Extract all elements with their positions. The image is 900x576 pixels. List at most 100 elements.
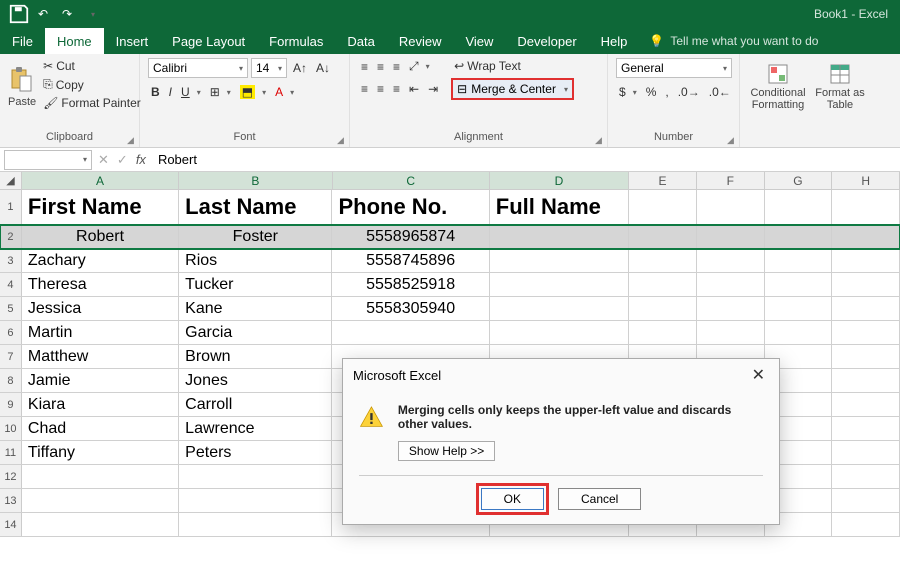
tab-data[interactable]: Data — [335, 28, 386, 54]
tab-file[interactable]: File — [0, 28, 45, 54]
cell[interactable] — [179, 489, 332, 512]
cell[interactable]: Peters — [179, 441, 332, 464]
format-as-table-button[interactable]: Format as Table — [812, 58, 868, 116]
row-header[interactable]: 6 — [0, 321, 22, 344]
cell[interactable] — [490, 225, 629, 248]
select-all-corner[interactable]: ◢ — [0, 172, 22, 189]
cell[interactable] — [765, 190, 833, 224]
cell[interactable]: Tucker — [179, 273, 332, 296]
cell[interactable]: Jones — [179, 369, 332, 392]
cell[interactable] — [490, 273, 629, 296]
name-box[interactable]: ▾ — [4, 150, 92, 170]
cell[interactable] — [629, 190, 697, 224]
cell[interactable] — [832, 345, 900, 368]
enter-formula-icon[interactable]: ✓ — [117, 152, 128, 168]
cell[interactable] — [22, 513, 179, 536]
cell[interactable]: Foster — [179, 225, 332, 248]
decrease-font-icon[interactable]: A↓ — [313, 60, 333, 76]
increase-font-icon[interactable]: A↑ — [290, 60, 310, 76]
tab-formulas[interactable]: Formulas — [257, 28, 335, 54]
decrease-indent-icon[interactable]: ⇤ — [406, 81, 422, 97]
formula-input[interactable] — [154, 152, 900, 167]
cell[interactable] — [832, 297, 900, 320]
col-header-a[interactable]: A — [22, 172, 179, 189]
cell[interactable] — [832, 190, 900, 224]
col-header-g[interactable]: G — [765, 172, 833, 189]
cell[interactable]: Kiara — [22, 393, 179, 416]
align-bottom-icon[interactable]: ≡ — [390, 59, 403, 75]
cell[interactable] — [765, 249, 833, 272]
cell[interactable] — [832, 225, 900, 248]
increase-indent-icon[interactable]: ⇥ — [425, 81, 441, 97]
cell[interactable] — [490, 249, 629, 272]
col-header-c[interactable]: C — [333, 172, 490, 189]
cell[interactable]: Chad — [22, 417, 179, 440]
fill-color-button[interactable]: ⬒▾ — [237, 84, 269, 100]
row-header[interactable]: 4 — [0, 273, 22, 296]
row-header[interactable]: 2 — [0, 225, 22, 248]
decrease-decimal-icon[interactable]: .0← — [706, 84, 734, 100]
cell[interactable]: 5558525918 — [332, 273, 489, 296]
cell[interactable] — [697, 297, 765, 320]
col-header-e[interactable]: E — [629, 172, 697, 189]
cell[interactable] — [697, 190, 765, 224]
cell[interactable]: Matthew — [22, 345, 179, 368]
cell[interactable]: Jamie — [22, 369, 179, 392]
cell[interactable]: Tiffany — [22, 441, 179, 464]
row-header[interactable]: 7 — [0, 345, 22, 368]
align-left-icon[interactable]: ≡ — [358, 81, 371, 97]
cell[interactable] — [832, 369, 900, 392]
bold-button[interactable]: B — [148, 84, 163, 100]
col-header-f[interactable]: F — [697, 172, 765, 189]
align-center-icon[interactable]: ≡ — [374, 81, 387, 97]
ok-button[interactable]: OK — [481, 488, 544, 510]
row-header[interactable]: 8 — [0, 369, 22, 392]
increase-decimal-icon[interactable]: .0→ — [675, 84, 703, 100]
align-middle-icon[interactable]: ≡ — [374, 59, 387, 75]
cell[interactable]: Zachary — [22, 249, 179, 272]
row-header[interactable]: 11 — [0, 441, 22, 464]
cell[interactable] — [629, 273, 697, 296]
tell-me[interactable]: 💡 Tell me what you want to do — [649, 34, 818, 48]
cell[interactable]: Phone No. — [332, 190, 489, 224]
cell[interactable]: Martin — [22, 321, 179, 344]
cell[interactable] — [332, 321, 489, 344]
cell[interactable]: 5558305940 — [332, 297, 489, 320]
wrap-text-button[interactable]: ↩Wrap Text — [451, 58, 574, 74]
format-painter-button[interactable]: 🖌Format Painter — [40, 95, 144, 111]
cell[interactable] — [697, 321, 765, 344]
cell[interactable]: Theresa — [22, 273, 179, 296]
cell[interactable] — [765, 225, 833, 248]
currency-icon[interactable]: $▾ — [616, 84, 640, 100]
cell[interactable]: Brown — [179, 345, 332, 368]
cell[interactable]: Carroll — [179, 393, 332, 416]
cell[interactable]: Garcia — [179, 321, 332, 344]
close-icon[interactable]: ✕ — [748, 365, 769, 385]
cell[interactable] — [490, 297, 629, 320]
merge-center-button[interactable]: ⊟ Merge & Center ▾ — [451, 78, 574, 100]
cell[interactable] — [179, 513, 332, 536]
cell[interactable] — [490, 321, 629, 344]
tab-view[interactable]: View — [453, 28, 505, 54]
cell[interactable]: Last Name — [179, 190, 332, 224]
cell[interactable]: 5558965874 — [332, 225, 489, 248]
cell[interactable] — [832, 489, 900, 512]
italic-button[interactable]: I — [166, 84, 175, 100]
cell[interactable]: 5558745896 — [332, 249, 489, 272]
row-header[interactable]: 1 — [0, 190, 22, 224]
clipboard-launcher-icon[interactable]: ◢ — [127, 135, 137, 145]
cell[interactable] — [179, 465, 332, 488]
cell[interactable]: Kane — [179, 297, 332, 320]
borders-button[interactable]: ⊞▾ — [207, 84, 234, 100]
font-name-select[interactable]: Calibri▾ — [148, 58, 248, 78]
cancel-formula-icon[interactable]: ✕ — [98, 152, 109, 168]
cell[interactable]: First Name — [22, 190, 179, 224]
row-header[interactable]: 10 — [0, 417, 22, 440]
align-right-icon[interactable]: ≡ — [390, 81, 403, 97]
cell[interactable]: Lawrence — [179, 417, 332, 440]
cell[interactable] — [832, 417, 900, 440]
conditional-formatting-button[interactable]: Conditional Formatting — [748, 58, 808, 116]
redo-icon[interactable]: ↷ — [56, 3, 78, 25]
cell[interactable] — [832, 249, 900, 272]
row-header[interactable]: 9 — [0, 393, 22, 416]
